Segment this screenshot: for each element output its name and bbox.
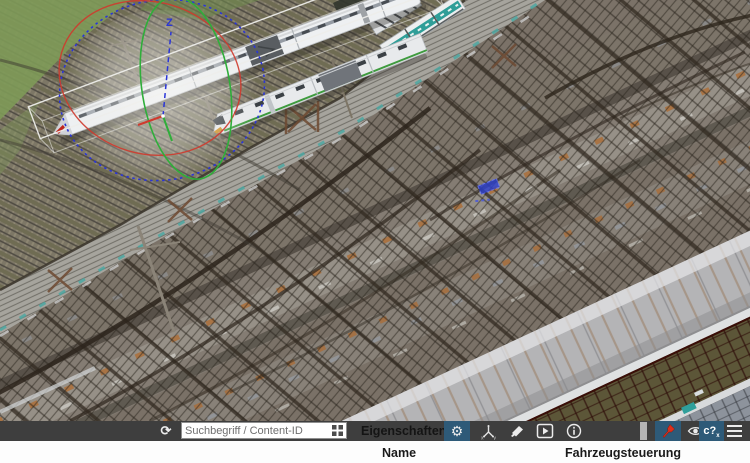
search-input[interactable]: [182, 424, 332, 437]
column-header-name: Name: [382, 446, 417, 460]
column-header-fahrzeugsteuerung: Fahrzeugsteuerung: [565, 446, 681, 460]
properties-tab-label: Eigenschaften: [361, 424, 447, 438]
hamburger-menu-button[interactable]: [724, 421, 745, 441]
eep-editor-window: Z ⟳ Eigenschaften ⚙: [0, 0, 750, 463]
main-toolbar: ⟳ Eigenschaften ⚙: [0, 421, 750, 444]
uncouple-button[interactable]: c? x: [699, 421, 724, 444]
refresh-button[interactable]: ⟳: [155, 421, 177, 441]
properties-panel-header: Name Fahrzeugsteuerung: [0, 441, 750, 463]
viewport-3d-scene[interactable]: Z: [0, 0, 750, 421]
info-icon: [566, 423, 581, 439]
run-mode-button[interactable]: [532, 421, 558, 441]
axes-tool-button[interactable]: x y: [475, 421, 501, 441]
search-box[interactable]: [181, 422, 347, 439]
eraser-tool-button[interactable]: [504, 421, 530, 441]
hamburger-icon: [727, 424, 742, 428]
properties-gear-tab[interactable]: ⚙: [444, 421, 470, 444]
info-button[interactable]: [560, 421, 587, 441]
play-icon: [536, 423, 554, 439]
toolbar-separator: [640, 422, 647, 440]
pushpin-icon: [662, 424, 675, 438]
axes-icon: x y: [481, 424, 496, 440]
uncouple-sub-label: x: [716, 433, 720, 439]
gizmo-sphere: [62, 10, 258, 194]
gizmo-axis-label: Z: [166, 17, 173, 29]
catalog-grid-icon[interactable]: [332, 425, 343, 436]
svg-text:y: y: [493, 435, 496, 440]
gear-icon: ⚙: [450, 422, 464, 439]
pin-panel-button[interactable]: [655, 421, 681, 444]
gizmo-center: [161, 114, 165, 118]
uncouple-label: c?: [703, 424, 717, 437]
eraser-icon: [510, 425, 523, 437]
